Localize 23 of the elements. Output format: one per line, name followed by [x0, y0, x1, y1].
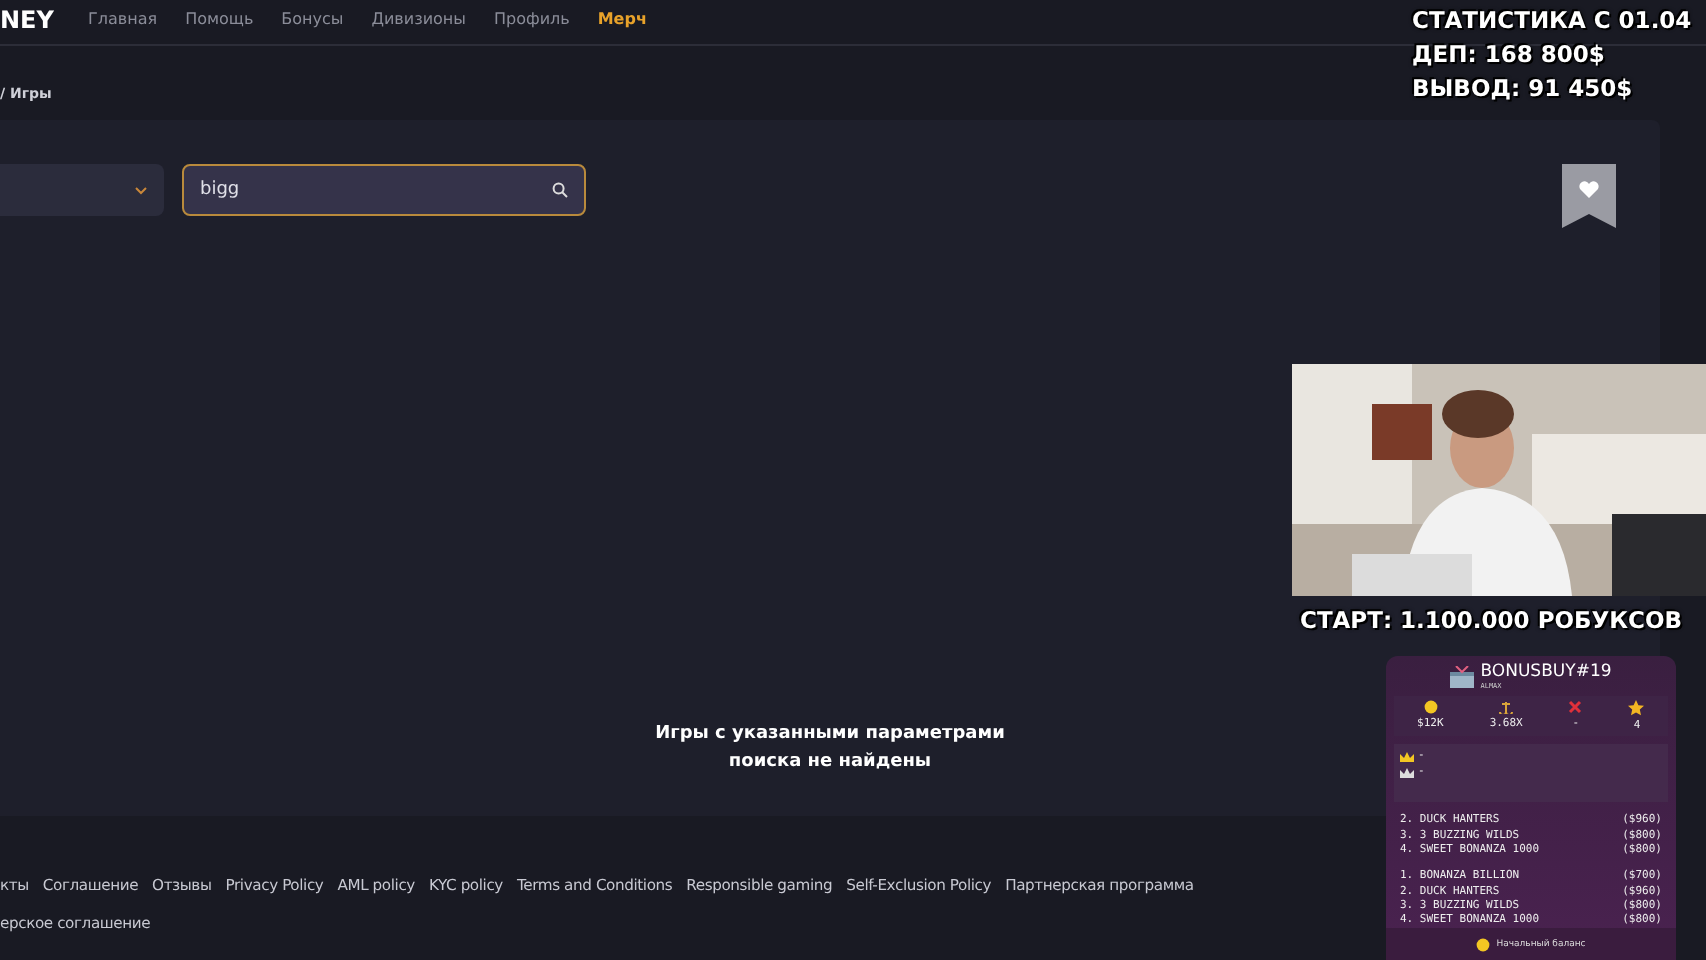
nav-link[interactable]: Бонусы	[281, 10, 344, 28]
coin-icon	[1423, 700, 1438, 714]
nav-link[interactable]: Профиль	[493, 10, 570, 28]
cross-icon	[1568, 700, 1583, 714]
nav-link[interactable]: Помощь	[185, 10, 254, 28]
nav-link[interactable]: Дивизионы	[371, 10, 466, 28]
empty-message: Игры с указанными параметрами поиска не найдены	[653, 722, 1007, 776]
gift-icon	[1450, 665, 1475, 687]
search-field[interactable]: bigg	[182, 164, 586, 216]
search-icon	[552, 182, 568, 198]
logo[interactable]: NEY	[0, 6, 60, 34]
search-input[interactable]: bigg	[200, 180, 552, 200]
stream-stat: ДЕП: 168 800$	[1412, 38, 1607, 72]
stream-stat: СТАТИСТИКА С 01.04	[1412, 4, 1692, 38]
coin-icon	[1476, 937, 1491, 952]
chevron-down-icon	[134, 185, 148, 195]
bookmark-button[interactable]	[1562, 164, 1616, 228]
nav-link[interactable]: Главная	[88, 10, 158, 28]
stream-caption: СТАРТ: 1.100.000 РОБУКСОВ	[1300, 606, 1683, 634]
nav-link[interactable]: Мерч	[597, 10, 647, 28]
stream-stat: ВЫВОД: 91 450$	[1412, 72, 1635, 106]
widget-title: BONUSBUY#19	[1480, 662, 1612, 682]
star-icon	[1628, 700, 1645, 716]
